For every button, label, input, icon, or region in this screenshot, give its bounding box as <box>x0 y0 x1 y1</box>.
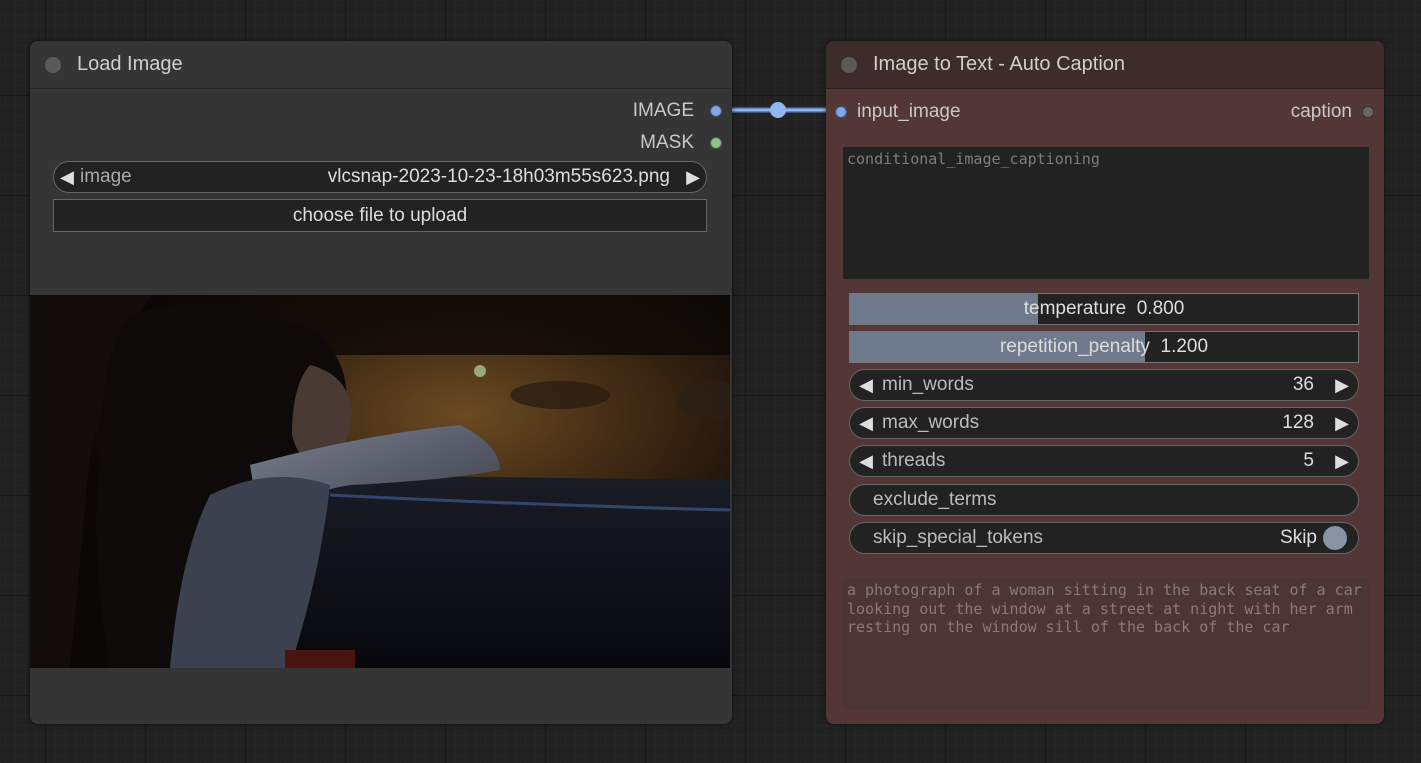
decrement-arrow-icon[interactable]: ◀ <box>850 413 882 434</box>
increment-arrow-icon[interactable]: ▶ <box>1326 413 1358 434</box>
image-combo[interactable]: ◀ image vlcsnap-2023-10-23-18h03m55s623.… <box>53 161 707 193</box>
node-title-bar[interactable]: Load Image <box>30 41 732 89</box>
collapse-dot-icon[interactable] <box>841 56 857 73</box>
node-title: Load Image <box>77 53 183 75</box>
output-mask-dot-icon[interactable] <box>710 137 722 149</box>
output-caption-slot[interactable]: caption <box>1291 101 1384 123</box>
threads-value: 5 <box>1303 450 1314 471</box>
min-words-stepper[interactable]: ◀ min_words 36 ▶ <box>849 369 1359 401</box>
decrement-arrow-icon[interactable]: ◀ <box>850 375 882 396</box>
output-image-slot[interactable]: IMAGE <box>633 100 732 122</box>
repetition-penalty-value: 1.200 <box>1160 336 1209 357</box>
node-title-bar[interactable]: Image to Text - Auto Caption <box>826 41 1384 89</box>
temperature-label: temperature <box>1023 298 1127 319</box>
min-words-value: 36 <box>1292 374 1314 395</box>
temperature-value: 0.800 <box>1136 298 1185 319</box>
output-image-dot-icon[interactable] <box>710 105 722 117</box>
output-image-label: IMAGE <box>632 100 694 121</box>
image-combo-value: vlcsnap-2023-10-23-18h03m55s623.png <box>327 166 670 187</box>
exclude-terms-input[interactable]: exclude_terms <box>849 484 1359 516</box>
input-image-label: input_image <box>857 101 961 122</box>
output-mask-label: MASK <box>640 132 694 153</box>
caption-result-textarea[interactable]: a photograph of a woman sitting in the b… <box>843 578 1369 710</box>
skip-special-tokens-label: skip_special_tokens <box>873 527 1044 548</box>
output-mask-slot[interactable]: MASK <box>640 132 732 154</box>
exclude-terms-label: exclude_terms <box>873 489 997 510</box>
right-arrow-icon[interactable]: ▶ <box>680 167 706 188</box>
skip-special-tokens-value: Skip <box>1280 527 1317 548</box>
min-words-label: min_words <box>882 374 974 395</box>
left-arrow-icon[interactable]: ◀ <box>54 167 80 188</box>
repetition-penalty-slider[interactable]: repetition_penalty 1.200 <box>849 331 1359 363</box>
threads-stepper[interactable]: ◀ threads 5 ▶ <box>849 445 1359 477</box>
load-image-node[interactable]: Load Image IMAGE MASK ◀ image vlcsnap-20… <box>30 41 732 724</box>
toggle-knob-icon[interactable] <box>1323 526 1347 550</box>
temperature-fill <box>850 294 1038 324</box>
night-car-photo <box>30 295 730 668</box>
input-image-dot-icon[interactable] <box>835 106 847 118</box>
upload-button[interactable]: choose file to upload <box>53 199 707 232</box>
increment-arrow-icon[interactable]: ▶ <box>1326 375 1358 396</box>
auto-caption-node[interactable]: Image to Text - Auto Caption input_image… <box>826 41 1384 724</box>
image-preview <box>30 295 730 668</box>
skip-special-tokens-toggle[interactable]: skip_special_tokens Skip <box>849 522 1359 554</box>
node-title: Image to Text - Auto Caption <box>873 53 1126 75</box>
max-words-label: max_words <box>882 412 980 433</box>
output-caption-dot-icon[interactable] <box>1362 106 1374 118</box>
decrement-arrow-icon[interactable]: ◀ <box>850 451 882 472</box>
collapse-dot-icon[interactable] <box>45 56 61 73</box>
temperature-slider[interactable]: temperature 0.800 <box>849 293 1359 325</box>
input-image-slot[interactable]: input_image <box>826 101 961 123</box>
max-words-value: 128 <box>1282 412 1314 433</box>
threads-label: threads <box>882 450 946 471</box>
output-caption-label: caption <box>1290 101 1352 122</box>
max-words-stepper[interactable]: ◀ max_words 128 ▶ <box>849 407 1359 439</box>
repetition-penalty-label: repetition_penalty <box>999 336 1150 357</box>
prompt-textarea[interactable]: conditional_image_captioning <box>843 147 1369 279</box>
image-combo-label: image <box>80 166 132 187</box>
link-midpoint-handle[interactable] <box>770 102 786 118</box>
increment-arrow-icon[interactable]: ▶ <box>1326 451 1358 472</box>
